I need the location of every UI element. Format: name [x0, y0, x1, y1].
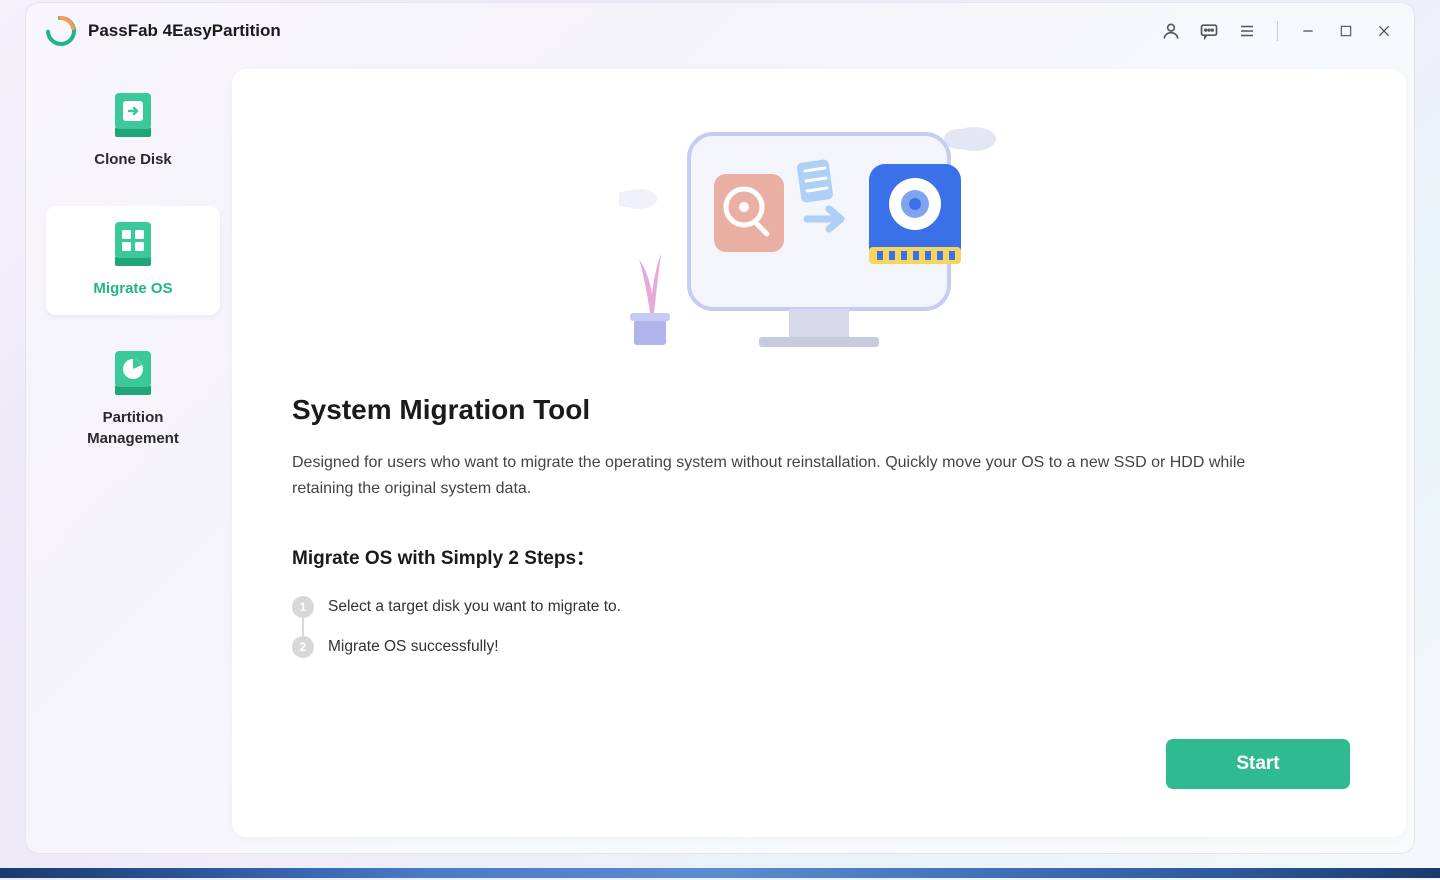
page-title: System Migration Tool	[292, 394, 1346, 426]
step-number-badge: 1	[292, 596, 314, 618]
sidebar-item-label: Migrate OS	[93, 278, 172, 299]
page-description: Designed for users who want to migrate t…	[292, 450, 1272, 501]
sidebar-item-label: Clone Disk	[94, 149, 172, 170]
step-row-2: 2 Migrate OS successfully!	[292, 636, 1346, 658]
step-text: Select a target disk you want to migrate…	[328, 598, 621, 616]
user-icon[interactable]	[1161, 21, 1181, 41]
step-number-badge: 2	[292, 636, 314, 658]
steps-list: 1 Select a target disk you want to migra…	[292, 596, 1346, 676]
titlebar: PassFab 4EasyPartition	[26, 3, 1414, 59]
step-connector	[302, 618, 304, 638]
close-icon[interactable]	[1374, 21, 1394, 41]
step-text: Migrate OS successfully!	[328, 638, 499, 656]
titlebar-controls	[1161, 21, 1394, 41]
steps-heading: Migrate OS with Simply 2 Steps：	[292, 543, 1346, 570]
app-logo-area: PassFab 4EasyPartition	[46, 16, 281, 46]
step-row-1: 1 Select a target disk you want to migra…	[292, 596, 1346, 618]
menu-icon[interactable]	[1237, 21, 1257, 41]
sidebar-item-label: Partition Management	[87, 407, 179, 449]
sidebar-item-clone-disk[interactable]: Clone Disk	[46, 77, 220, 186]
start-button[interactable]: Start	[1166, 739, 1350, 789]
sidebar: Clone Disk Migrate OS	[34, 69, 232, 837]
app-window: PassFab 4EasyPartition	[25, 2, 1415, 854]
maximize-icon[interactable]	[1336, 21, 1356, 41]
feedback-icon[interactable]	[1199, 21, 1219, 41]
body-area: Clone Disk Migrate OS	[26, 59, 1414, 853]
sidebar-item-migrate-os[interactable]: Migrate OS	[46, 206, 220, 315]
taskbar-hint	[0, 868, 1440, 878]
main-panel: System Migration Tool Designed for users…	[232, 69, 1406, 837]
migrate-os-icon	[108, 220, 158, 270]
clone-disk-icon	[108, 91, 158, 141]
separator	[1277, 21, 1278, 41]
app-logo-icon	[46, 16, 76, 46]
hero-illustration	[292, 109, 1346, 359]
app-title: PassFab 4EasyPartition	[88, 21, 281, 41]
minimize-icon[interactable]	[1298, 21, 1318, 41]
sidebar-item-partition-management[interactable]: Partition Management	[46, 335, 220, 465]
partition-management-icon	[108, 349, 158, 399]
